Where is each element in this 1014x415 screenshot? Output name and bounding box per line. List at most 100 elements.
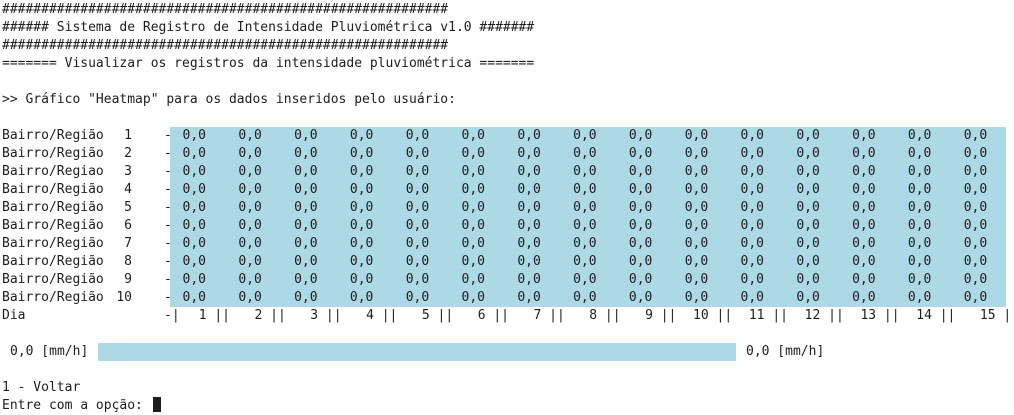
heatmap-cell: 0,0: [573, 200, 597, 215]
heatmap-cell: 0,0: [461, 272, 485, 287]
heatmap-cell: 0,0: [517, 164, 541, 179]
day-tick-label: 13 ||: [860, 308, 900, 323]
heatmap-cell: 0,0: [684, 218, 709, 233]
heatmap-cell: 0,0: [907, 146, 932, 161]
heatmap-cell: 0,0: [573, 182, 597, 197]
heatmap-cell: 0,0: [740, 146, 764, 161]
heatmap-cell: 0,0: [796, 146, 820, 161]
heatmap-cell: 0,0: [740, 218, 764, 233]
heatmap-cell: 0,0: [684, 128, 709, 143]
heatmap-cell: 0,0: [628, 146, 653, 161]
heatmap-cell: 0,0: [349, 272, 374, 287]
heatmap-cell: 0,0: [294, 164, 318, 179]
heatmap-cell: 0,0: [963, 290, 988, 305]
heatmap-cell: 0,0: [852, 290, 876, 305]
heatmap-cell: 0,0: [628, 236, 653, 251]
heatmap-cell: 0,0: [963, 200, 988, 215]
heatmap-cell: 0,0: [852, 218, 876, 233]
heatmap-cell: 0,0: [963, 254, 988, 269]
heatmap-cell: 0,0: [852, 146, 876, 161]
heatmap-cell: 0,0: [573, 290, 597, 305]
heatmap-cell: 0,0: [294, 146, 318, 161]
heatmap-cell: 0,0: [628, 218, 653, 233]
heatmap-row: Bairro/Região 7-0,0 0,0 0,0 0,0 0,0 0,0 0,0 0,0 0…: [2, 235, 1014, 253]
option-prompt[interactable]: Entre com a opção:: [2, 397, 161, 415]
chart-intro: >> Gráfico "Heatmap" para os dados inser…: [2, 92, 456, 107]
legend-max-label: 0,0 [mm/h]: [746, 344, 825, 359]
heatmap-cell: 0,0: [517, 272, 541, 287]
heatmap-cell: 0,0: [349, 164, 374, 179]
day-tick-label: 8 ||: [589, 308, 621, 323]
heatmap-cell: 0,0: [963, 182, 988, 197]
heatmap-cell: 0,0: [907, 272, 932, 287]
row-number: 9: [124, 272, 132, 287]
heatmap-cell: 0,0: [796, 218, 820, 233]
heatmap-row: Bairro/Região 6-0,0 0,0 0,0 0,0 0,0 0,0 0,0 0,0 0…: [2, 217, 1014, 235]
heatmap-cell: 0,0: [517, 200, 541, 215]
row-label: Bairro/Região: [2, 290, 104, 305]
heatmap-cell: 0,0: [182, 146, 206, 161]
heatmap-cell: 0,0: [517, 218, 541, 233]
heatmap-cell: 0,0: [684, 200, 709, 215]
heatmap-cell: 0,0: [349, 200, 374, 215]
heatmap-cell: 0,0: [796, 182, 820, 197]
row-label: Bairro/Região: [2, 200, 104, 215]
heatmap-cell: 0,0: [349, 146, 374, 161]
heatmap-cell: 0,0: [963, 128, 988, 143]
color-legend: 0,0 [mm/h] 0,0 [mm/h]: [2, 343, 1014, 361]
heatmap-cell: 0,0: [405, 254, 430, 269]
text-cursor[interactable]: [152, 397, 161, 412]
heatmap-cell: 0,0: [740, 128, 764, 143]
heatmap-cell: 0,0: [573, 146, 597, 161]
row-number: 1: [124, 128, 132, 143]
heatmap-cells: 0,0 0,0 0,0 0,0 0,0 0,0 0,0 0,0 0,0 0,0 0,0 0,0 0,0 0…: [170, 199, 1006, 217]
day-axis-label: Dia: [2, 308, 26, 323]
heatmap-cell: 0,0: [852, 272, 876, 287]
heatmap-cell: 0,0: [907, 254, 932, 269]
heatmap-cell: 0,0: [963, 164, 988, 179]
heatmap-cell: 0,0: [294, 182, 318, 197]
row-number: 6: [124, 218, 132, 233]
heatmap-cells: 0,0 0,0 0,0 0,0 0,0 0,0 0,0 0,0 0,0 0,0 0,0 0,0 0,0 0…: [170, 253, 1006, 271]
heatmap-cell: 0,0: [405, 290, 430, 305]
heatmap-row: Bairro/Região 9-0,0 0,0 0,0 0,0 0,0 0,0 0,0 0,0 0…: [2, 271, 1014, 289]
heatmap-cells: 0,0 0,0 0,0 0,0 0,0 0,0 0,0 0,0 0,0 0,0 0,0 0,0 0,0 0…: [170, 235, 1006, 253]
heatmap-cell: 0,0: [461, 254, 485, 269]
heatmap-cell: 0,0: [349, 236, 374, 251]
day-tick-label: 10 ||: [693, 308, 733, 323]
heatmap-cell: 0,0: [238, 182, 262, 197]
heatmap-cell: 0,0: [182, 200, 206, 215]
heatmap-cell: 0,0: [907, 290, 932, 305]
day-tick-label: 7 ||: [533, 308, 565, 323]
menu-option-back: 1 - Voltar: [2, 380, 81, 395]
heatmap-cell: 0,0: [405, 146, 430, 161]
heatmap-cell: 0,0: [461, 146, 485, 161]
heatmap-cell: 0,0: [796, 164, 820, 179]
heatmap-cell: 0,0: [684, 146, 709, 161]
heatmap-row: Bairro/Região 1-0,0 0,0 0,0 0,0 0,0 0,0 0,0 0,0 0…: [2, 127, 1014, 145]
day-tick-label: 14 ||: [916, 308, 956, 323]
row-number: 8: [124, 254, 132, 269]
heatmap-cell: 0,0: [238, 200, 262, 215]
day-axis: Dia -| 1 || 2 || 3 || 4 || 5 || 6 || 7 || 8 || 9…: [2, 307, 1014, 325]
row-label: Bairro/Região: [2, 182, 104, 197]
heatmap-cell: 0,0: [461, 200, 485, 215]
app-title: ###### Sistema de Registro de Intensidad…: [2, 20, 535, 35]
heatmap-cell: 0,0: [684, 164, 709, 179]
heatmap-cell: 0,0: [238, 128, 262, 143]
heatmap-cell: 0,0: [405, 164, 430, 179]
heatmap-cell: 0,0: [573, 272, 597, 287]
day-tick-label: 2 ||: [254, 308, 286, 323]
day-tick-label: 11 ||: [748, 308, 788, 323]
row-label: Bairro/Região: [2, 128, 104, 143]
heatmap-cell: 0,0: [238, 254, 262, 269]
heatmap-cells: 0,0 0,0 0,0 0,0 0,0 0,0 0,0 0,0 0,0 0,0 0,0 0,0 0,0 0…: [170, 127, 1006, 145]
heatmap-cell: 0,0: [740, 272, 764, 287]
row-number: 3: [124, 164, 132, 179]
heatmap-cell: 0,0: [294, 218, 318, 233]
row-number: 2: [124, 146, 132, 161]
heatmap-cell: 0,0: [294, 272, 318, 287]
day-tick-label: 3 ||: [310, 308, 342, 323]
heatmap-row: Bairro/Região 10-0,0 0,0 0,0 0,0 0,0 0,0 0,0 0,0…: [2, 289, 1014, 307]
heatmap-row: Bairro/Regiao 3-0,0 0,0 0,0 0,0 0,0 0,0 0,0 0,0 0…: [2, 163, 1014, 181]
